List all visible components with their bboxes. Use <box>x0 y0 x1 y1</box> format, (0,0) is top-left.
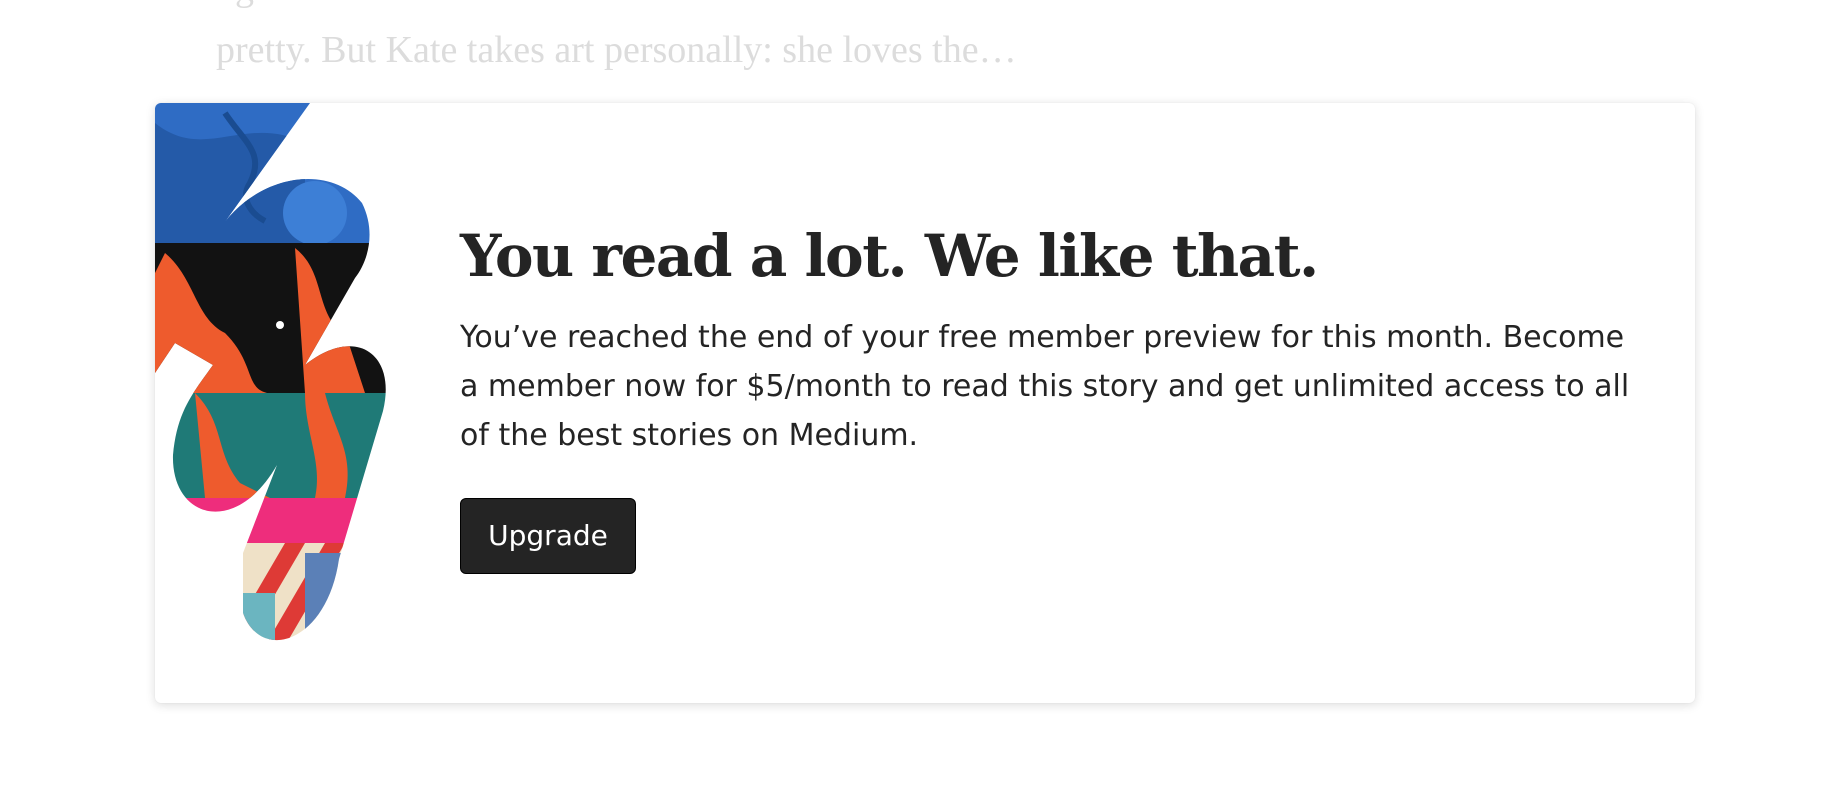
paywall-description: You’ve reached the end of your free memb… <box>460 320 1630 453</box>
faded-article-line: pretty. But Kate takes art personally: s… <box>216 29 1017 71</box>
paywall-content: You read a lot. We like that. You’ve rea… <box>460 221 1640 574</box>
upgrade-button[interactable]: Upgrade <box>460 498 636 574</box>
paywall-title: You read a lot. We like that. <box>460 222 1319 290</box>
member-paywall-card: You read a lot. We like that. You’ve rea… <box>155 103 1695 703</box>
faded-article-line: ng <box>216 0 254 17</box>
faded-article-preview: ng pretty. But Kate takes art personally… <box>216 0 1696 80</box>
lightning-collage-illustration <box>155 103 386 641</box>
